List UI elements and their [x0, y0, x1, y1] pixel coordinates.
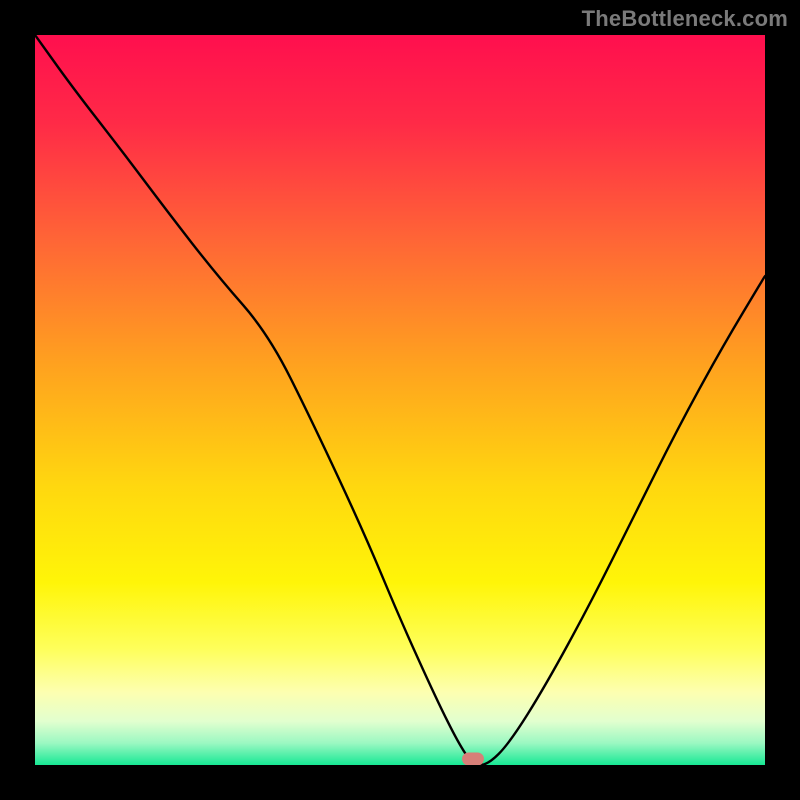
chart-frame: TheBottleneck.com [0, 0, 800, 800]
bottleneck-curve [35, 35, 765, 765]
plot-area [35, 35, 765, 765]
watermark-text: TheBottleneck.com [582, 6, 788, 32]
curve-path [35, 35, 765, 765]
optimal-marker [462, 753, 484, 766]
